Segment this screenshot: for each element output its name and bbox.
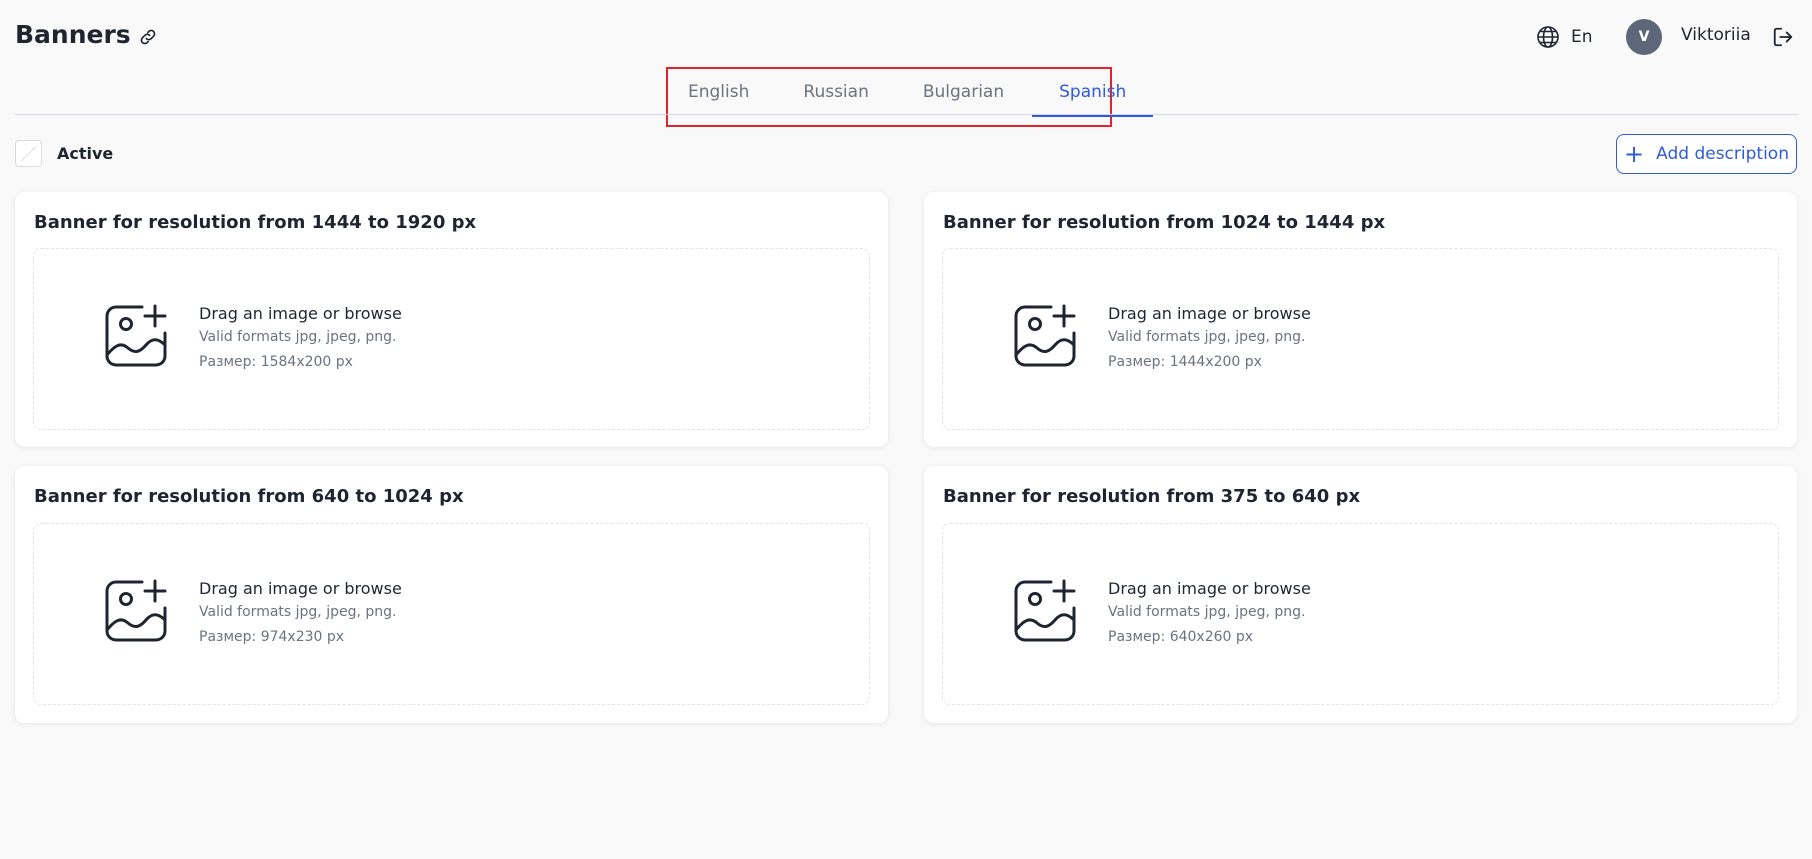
card-title: Banner for resolution from 1444 to 1920 …: [34, 212, 477, 233]
tab-bulgarian[interactable]: Bulgarian: [913, 69, 1014, 115]
image-add-icon: [105, 579, 167, 642]
size-text: Размер: 1584x200 px: [199, 354, 353, 370]
language-tabs: English Russian Bulgarian Spanish: [666, 67, 1154, 127]
dropzone-text: Drag an image or browse: [199, 304, 402, 323]
size-text: Размер: 1444x200 px: [1108, 354, 1262, 370]
valid-formats-text: Valid formats jpg, jpeg, png.: [1108, 329, 1306, 345]
logout-icon[interactable]: [1772, 26, 1794, 48]
image-add-icon: [105, 304, 167, 367]
language-label: En: [1571, 27, 1593, 47]
image-dropzone[interactable]: Drag an image or browse Valid formats jp…: [33, 248, 870, 430]
valid-formats-text: Valid formats jpg, jpeg, png.: [199, 604, 397, 620]
image-dropzone[interactable]: Drag an image or browse Valid formats jp…: [942, 523, 1779, 705]
tab-russian[interactable]: Russian: [793, 69, 878, 115]
card-title: Banner for resolution from 1024 to 1444 …: [943, 212, 1386, 233]
page-title: Banners: [15, 20, 131, 49]
banner-card-375-640: Banner for resolution from 375 to 640 px…: [924, 466, 1797, 723]
valid-formats-text: Valid formats jpg, jpeg, png.: [1108, 604, 1306, 620]
size-text: Размер: 640x260 px: [1108, 629, 1254, 645]
tabs-divider: [15, 114, 1798, 115]
username[interactable]: Viktoriia: [1681, 25, 1751, 45]
size-text: Размер: 974x230 px: [199, 629, 345, 645]
card-title: Banner for resolution from 640 to 1024 p…: [34, 486, 464, 507]
tab-english[interactable]: English: [678, 69, 759, 115]
banner-card-1024-1444: Banner for resolution from 1024 to 1444 …: [924, 192, 1797, 447]
language-switcher[interactable]: En: [1536, 24, 1606, 50]
plus-icon: +: [1624, 140, 1645, 168]
header: Banners En V Viktoriia: [0, 0, 1812, 72]
active-checkbox[interactable]: [15, 139, 42, 167]
active-label: Active: [57, 143, 114, 163]
dropzone-text: Drag an image or browse: [1108, 304, 1311, 323]
card-title: Banner for resolution from 375 to 640 px: [943, 486, 1361, 507]
banner-card-640-1024: Banner for resolution from 640 to 1024 p…: [15, 466, 888, 723]
valid-formats-text: Valid formats jpg, jpeg, png.: [199, 329, 397, 345]
avatar[interactable]: V: [1626, 19, 1662, 55]
image-add-icon: [1014, 304, 1076, 367]
add-description-label: Add description: [1656, 144, 1789, 164]
banner-card-1444-1920: Banner for resolution from 1444 to 1920 …: [15, 192, 888, 447]
dropzone-text: Drag an image or browse: [199, 579, 402, 598]
globe-icon: [1537, 26, 1559, 48]
image-dropzone[interactable]: Drag an image or browse Valid formats jp…: [942, 248, 1779, 430]
tab-spanish[interactable]: Spanish: [1032, 69, 1154, 117]
image-dropzone[interactable]: Drag an image or browse Valid formats jp…: [33, 523, 870, 705]
dropzone-text: Drag an image or browse: [1108, 579, 1311, 598]
active-toggle-row: Active: [15, 139, 113, 167]
add-description-button[interactable]: + Add description: [1616, 134, 1797, 174]
image-add-icon: [1014, 579, 1076, 642]
link-icon[interactable]: [137, 26, 159, 48]
